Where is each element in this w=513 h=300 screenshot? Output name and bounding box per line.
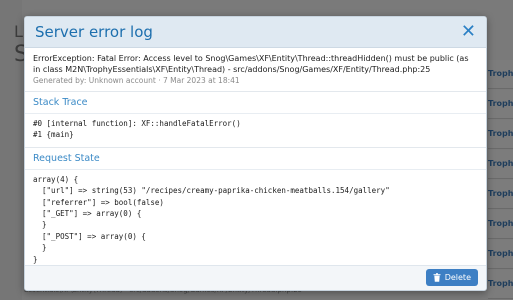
server-error-dialog: Server error log ✕ ErrorException: Fatal… (24, 16, 487, 291)
stack-trace-body: #0 [internal function]: XF::handleFatalE… (25, 114, 486, 147)
background-breadcrumb: L (14, 22, 23, 41)
request-state-line: } (33, 254, 38, 264)
background-list-item: TrophyEssentials (488, 270, 513, 299)
dialog-title: Server error log (35, 23, 153, 41)
stack-trace-section: Stack Trace #0 [internal function]: XF::… (25, 92, 486, 148)
error-meta: Generated by: Unknown account · 7 Mar 20… (33, 76, 240, 85)
stack-trace-heading: Stack Trace (25, 92, 486, 114)
request-state-heading: Request State (25, 148, 486, 170)
dialog-footer: Delete (25, 265, 486, 290)
delete-button-label: Delete (444, 273, 471, 282)
request-state-line: } (33, 243, 47, 253)
dialog-header: Server error log ✕ (25, 17, 486, 48)
stack-trace-line: #0 [internal function]: XF::handleFatalE… (33, 119, 241, 128)
request-state-line: ["referrer"] => bool(false) (33, 197, 164, 207)
trash-icon (433, 273, 441, 282)
request-state-body: array(4) { ["url"] => string(53) "/recip… (25, 170, 486, 271)
request-state-section: Request State array(4) { ["url"] => stri… (25, 148, 486, 271)
delete-button[interactable]: Delete (425, 269, 478, 286)
error-message: ErrorException: Fatal Error: Access leve… (33, 54, 469, 74)
request-state-line: ["_POST"] => array(0) { (33, 231, 146, 241)
request-state-line: } (33, 220, 47, 230)
background-list-item: TrophyEssentials (488, 240, 513, 269)
request-state-line: ["_GET"] => array(0) { (33, 209, 142, 219)
error-summary: ErrorException: Fatal Error: Access leve… (25, 48, 486, 92)
background-list-item: TrophyEssentials (488, 120, 513, 149)
background-list-item: TrophyEssentials (488, 90, 513, 119)
request-state-line: ["url"] => string(53) "/recipes/creamy-p… (33, 186, 390, 196)
background-list-item: TrophyEssentials (488, 150, 513, 179)
background-list-item: TrophyEssentials (488, 180, 513, 209)
background-list-item: TrophyEssentials (488, 210, 513, 239)
stack-trace-line: #1 {main} (33, 130, 74, 140)
request-state-line: array(4) { (33, 174, 79, 184)
background-list-item: TrophyEssentials (488, 60, 513, 89)
close-icon[interactable]: ✕ (461, 23, 476, 41)
